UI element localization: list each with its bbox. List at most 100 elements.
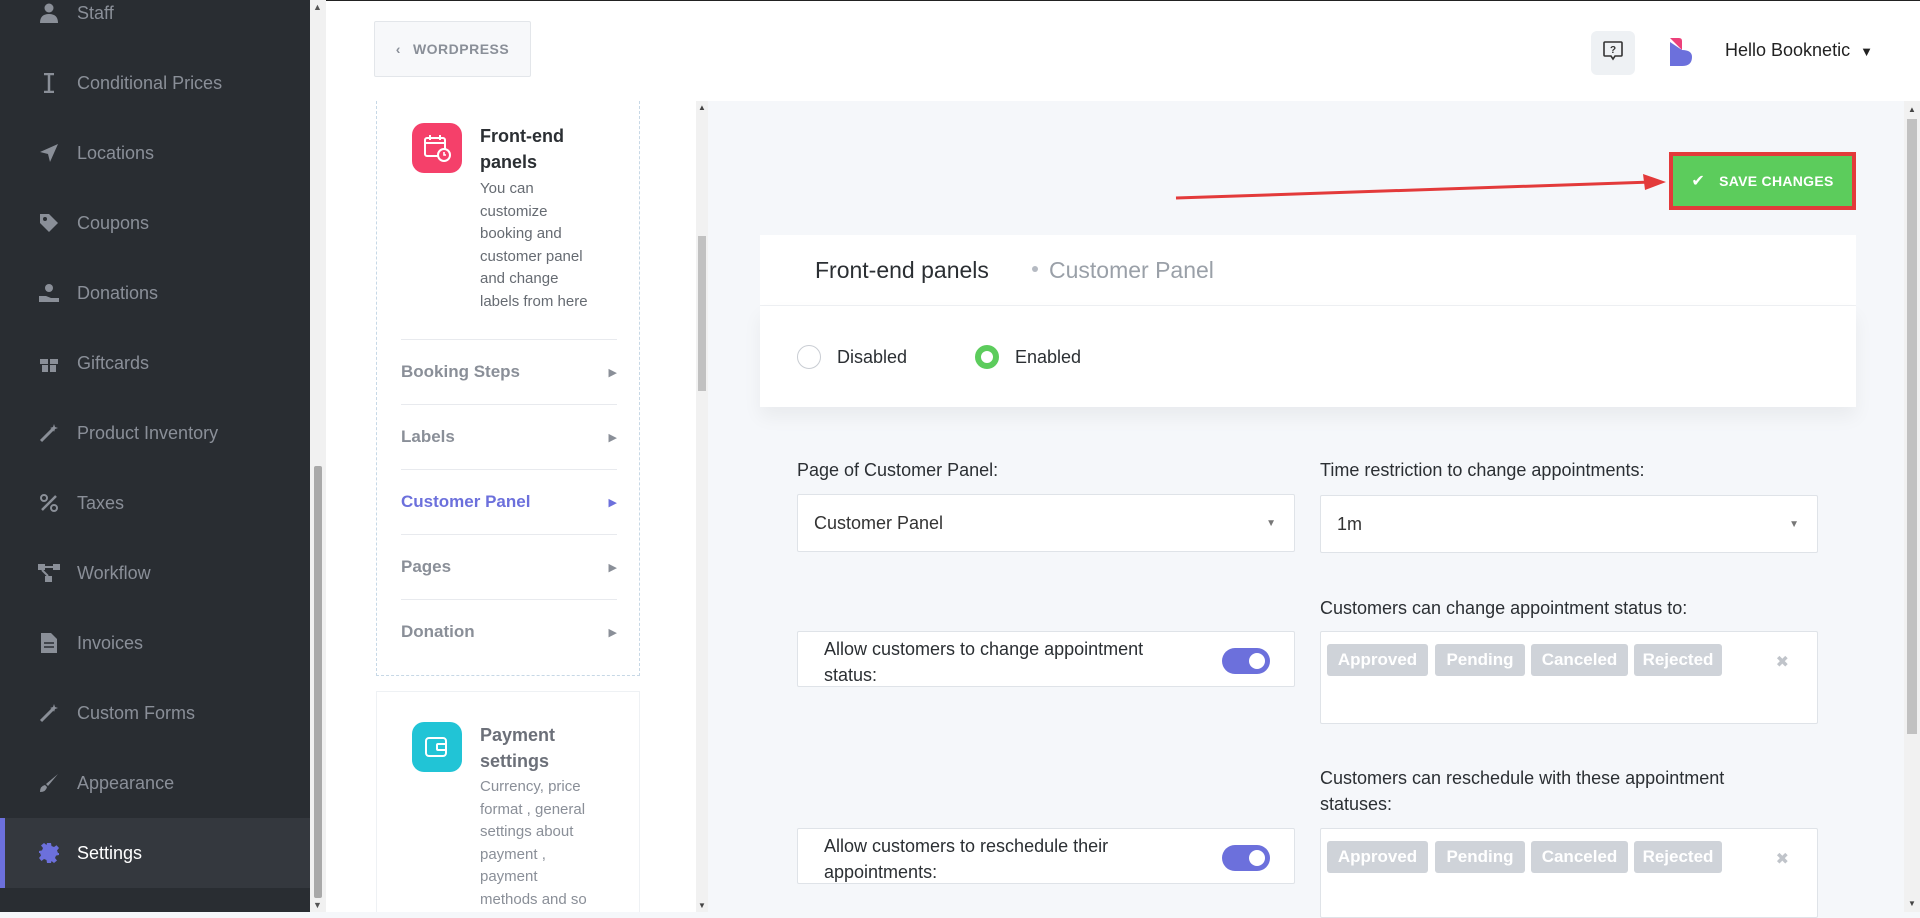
reschedule-toggle[interactable] — [1222, 845, 1270, 871]
sidebar-item-label: Appearance — [77, 772, 175, 793]
change-status-toggle[interactable] — [1222, 648, 1270, 674]
user-menu[interactable]: Hello Booknetic ▼ — [1725, 40, 1873, 61]
main-content: ✔ SAVE CHANGES Front-end panels Customer… — [708, 101, 1904, 918]
change-status-setting: Allow customers to change appointment st… — [797, 631, 1295, 687]
caret-right-icon: ▶ — [608, 561, 617, 574]
scroll-up-arrow-icon[interactable]: ▲ — [1908, 105, 1916, 114]
sidebar-item-coupons[interactable]: Coupons — [0, 188, 310, 258]
radio-label: Disabled — [837, 346, 908, 367]
page-select-value: Customer Panel — [814, 512, 944, 533]
scroll-down-arrow-icon[interactable]: ▼ — [698, 901, 706, 910]
scrollbar-thumb[interactable] — [1907, 119, 1917, 734]
help-chat-icon: ? — [1602, 40, 1624, 67]
sidebar-item-locations[interactable]: Locations — [0, 118, 310, 188]
user-icon — [38, 2, 60, 24]
settings-card-frontend-panels[interactable]: Front-end panels You can customize booki… — [376, 101, 640, 676]
sidebar-item-invoices[interactable]: Invoices — [0, 608, 310, 678]
help-button[interactable]: ? — [1591, 31, 1635, 75]
sub-item-donation[interactable]: Donation ▶ — [401, 599, 617, 664]
scroll-up-arrow-icon[interactable]: ▲ — [698, 103, 706, 112]
sub-item-label: Pages — [401, 557, 452, 576]
settings-card-payment-settings[interactable]: Payment settings Currency, price format … — [376, 691, 640, 912]
breadcrumb: Front-end panels Customer Panel — [760, 235, 1856, 306]
save-changes-label: SAVE CHANGES — [1719, 173, 1834, 189]
sidebar-item-label: Donations — [77, 282, 159, 303]
wordpress-label: WORDPRESS — [412, 41, 510, 57]
status-tag[interactable]: Pending — [1435, 644, 1525, 676]
sidebar-item-label: Locations — [77, 142, 155, 163]
sidebar-item-donations[interactable]: Donations — [0, 258, 310, 328]
status-tag[interactable]: Rejected — [1634, 841, 1722, 873]
reschedule-multiselect[interactable]: Approved Pending Canceled Rejected ✖ — [1320, 828, 1818, 918]
scroll-down-arrow-icon[interactable]: ▼ — [1908, 899, 1916, 908]
status-enabled-radio[interactable]: Enabled — [975, 345, 1081, 369]
reschedule-toggle-label: Allow customers to reschedule their appo… — [824, 836, 1109, 882]
status-tag[interactable]: Canceled — [1531, 841, 1628, 873]
calendar-clock-icon — [412, 123, 462, 173]
sidebar-item-label: Workflow — [77, 562, 151, 583]
save-changes-button[interactable]: ✔ SAVE CHANGES — [1669, 152, 1856, 210]
sub-item-label: Donation — [401, 622, 475, 641]
main-sidebar: Staff Conditional Prices Locations Coupo… — [0, 0, 310, 912]
user-greeting: Hello Booknetic — [1725, 40, 1851, 60]
wordpress-back-button[interactable]: ‹ WORDPRESS — [374, 21, 531, 77]
main-scrollbar[interactable]: ▲ ▼ — [1904, 101, 1920, 912]
sidebar-item-label: Giftcards — [77, 352, 150, 373]
sidebar-item-giftcards[interactable]: Giftcards — [0, 328, 310, 398]
svg-text:?: ? — [1610, 45, 1616, 56]
sub-item-label: Customer Panel — [401, 492, 531, 511]
sidebar-item-label: Settings — [77, 842, 143, 863]
status-tag[interactable]: Rejected — [1634, 644, 1722, 676]
wallet-icon — [412, 722, 462, 772]
caret-right-icon: ▶ — [608, 431, 617, 444]
brush-icon — [38, 772, 60, 794]
sub-item-labels[interactable]: Labels ▶ — [401, 404, 617, 469]
time-restriction-label: Time restriction to change appointments: — [1320, 460, 1645, 480]
scroll-down-arrow-icon[interactable]: ▼ — [313, 900, 322, 910]
scroll-up-arrow-icon[interactable]: ▲ — [313, 2, 322, 12]
sub-item-customer-panel[interactable]: Customer Panel ▶ — [401, 469, 617, 534]
status-disabled-radio[interactable]: Disabled — [797, 345, 907, 369]
time-restriction-select[interactable]: 1m ▼ — [1320, 495, 1818, 553]
chevron-left-icon: ‹ — [395, 41, 401, 57]
sidebar-item-taxes[interactable]: Taxes — [0, 468, 310, 538]
sub-item-pages[interactable]: Pages ▶ — [401, 534, 617, 599]
sidebar-item-staff[interactable]: Staff — [0, 0, 310, 48]
sidebar-item-label: Taxes — [77, 492, 125, 513]
customer-panel-status: Disabled Enabled — [760, 306, 1856, 407]
gear-icon — [38, 842, 60, 864]
scrollbar-thumb[interactable] — [698, 236, 706, 391]
clear-icon[interactable]: ✖ — [1776, 652, 1789, 672]
status-tag[interactable]: Canceled — [1531, 644, 1628, 676]
donation-hand-icon — [38, 282, 60, 304]
sub-item-booking-steps[interactable]: Booking Steps ▶ — [401, 339, 617, 404]
sub-item-label: Booking Steps — [401, 362, 521, 381]
settings-nav-scrollbar[interactable]: ▲ ▼ — [696, 101, 708, 912]
top-header: ‹ WORDPRESS ? Hello Booknetic ▼ — [326, 0, 1920, 101]
sidebar-item-label: Conditional Prices — [77, 72, 223, 93]
scrollbar-thumb[interactable] — [314, 466, 322, 898]
chevron-down-icon: ▼ — [1860, 44, 1873, 59]
change-status-multiselect[interactable]: Approved Pending Canceled Rejected ✖ — [1320, 631, 1818, 724]
sidebar-item-custom-forms[interactable]: Custom Forms — [0, 678, 310, 748]
sub-item-label: Labels — [401, 427, 455, 446]
status-tag[interactable]: Approved — [1327, 644, 1428, 676]
sidebar-item-product-inventory[interactable]: Product Inventory — [0, 398, 310, 468]
page-select-label: Page of Customer Panel: — [797, 460, 999, 480]
status-tag[interactable]: Approved — [1327, 841, 1428, 873]
sidebar-item-label: Custom Forms — [77, 702, 196, 723]
sidebar-item-workflow[interactable]: Workflow — [0, 538, 310, 608]
clear-icon[interactable]: ✖ — [1776, 849, 1789, 869]
status-tag[interactable]: Pending — [1435, 841, 1525, 873]
check-icon: ✔ — [1691, 173, 1706, 190]
radio-circle[interactable] — [975, 345, 999, 369]
sidebar-item-conditional-prices[interactable]: Conditional Prices — [0, 48, 310, 118]
sidebar-item-label: Staff — [77, 2, 114, 23]
sidebar-scrollbar[interactable]: ▲ ▼ — [310, 0, 326, 912]
radio-circle[interactable] — [797, 345, 821, 369]
sidebar-item-settings[interactable]: Settings — [0, 818, 310, 888]
page-select[interactable]: Customer Panel ▼ — [797, 494, 1295, 552]
reschedule-statuses-label: Customers can reschedule with these appo… — [1320, 768, 1725, 814]
change-status-toggle-label: Allow customers to change appointment st… — [824, 639, 1144, 685]
sidebar-item-appearance[interactable]: Appearance — [0, 748, 310, 818]
